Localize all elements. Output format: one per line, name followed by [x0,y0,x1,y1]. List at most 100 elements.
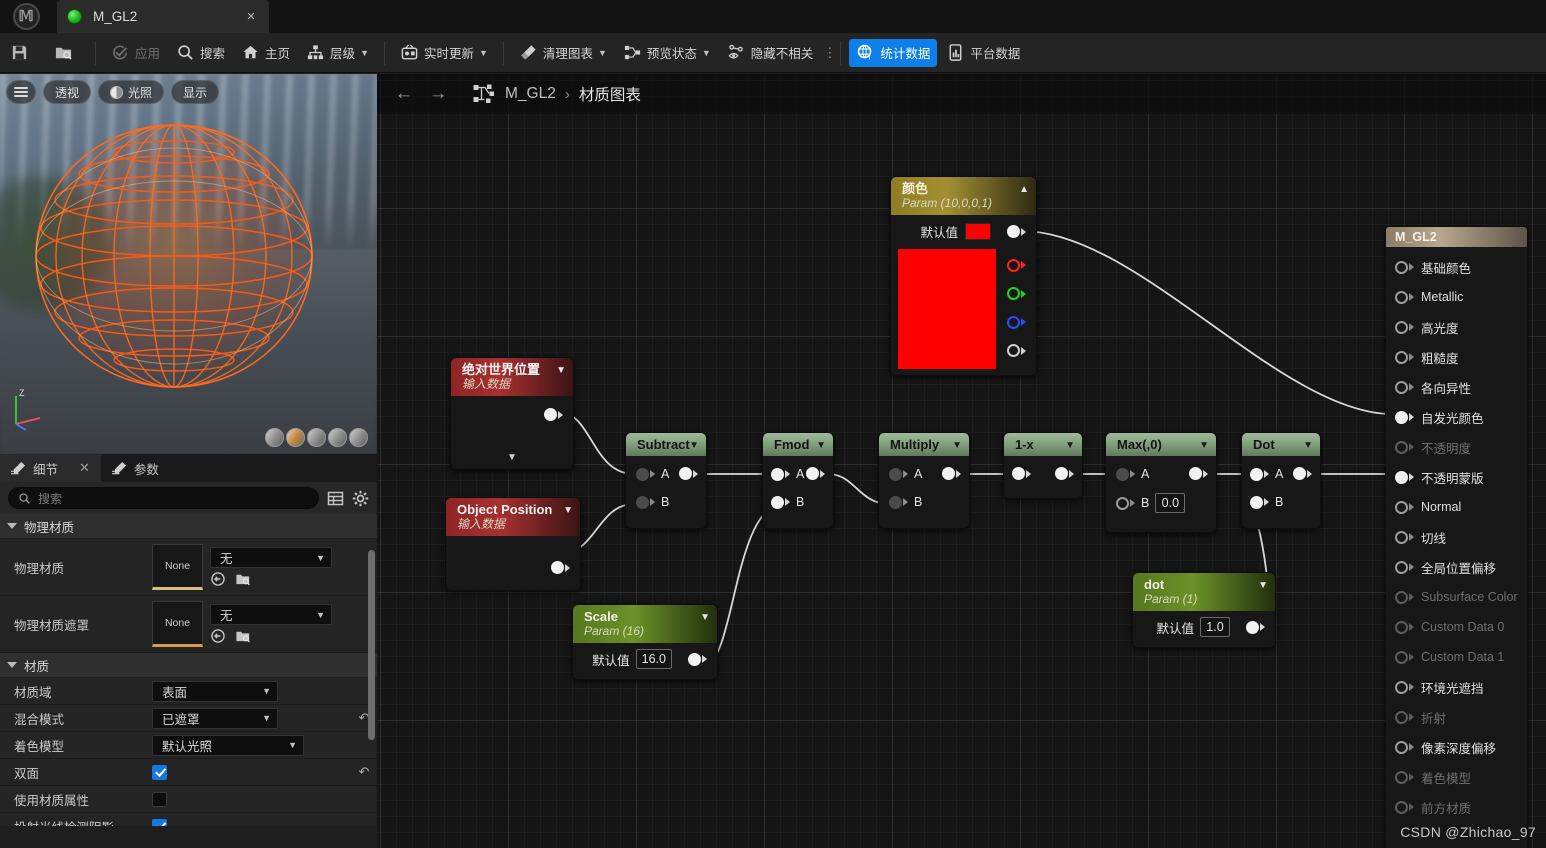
pin-rgba[interactable] [1007,225,1020,238]
pin-input[interactable] [1395,320,1408,334]
revert-icon[interactable]: ↶ [351,764,377,780]
node-header[interactable]: Scale Param (16) ▼ [573,605,717,643]
pin-input-b[interactable] [889,495,902,509]
chevron-down-icon[interactable]: ▼ [689,440,699,451]
unreal-engine-logo[interactable]: 𝕄 [6,0,46,33]
chevron-down-icon[interactable]: ▼ [1065,440,1075,451]
pin-output[interactable] [1055,467,1068,480]
plane-preview-icon[interactable] [307,428,326,447]
toolbar-item-apply[interactable]: 应用 [104,39,167,67]
material-pin-tangent[interactable]: 切线 [1386,522,1527,552]
pin-input-a[interactable] [636,467,649,481]
pin-b[interactable] [1007,315,1020,329]
search-input[interactable]: 搜索 [8,487,319,509]
toolbar-item-clean-graph[interactable]: 清理图表 ▼ [512,39,614,67]
pin-input[interactable] [1395,590,1408,604]
node-material-output[interactable]: M_GL2 基础颜色 Metallic 高光度 粗糙度 各向异性 自发光颜色 不… [1385,226,1528,848]
details-scrollbar[interactable] [368,550,375,740]
forward-button[interactable]: → [421,83,455,105]
pin-input[interactable] [1395,560,1408,574]
pin-input[interactable] [1395,710,1408,724]
color-swatch[interactable] [965,223,991,240]
chevron-down-icon[interactable]: ▼ [952,440,962,451]
cube-preview-icon[interactable] [328,428,347,447]
node-max[interactable]: Max(,0) ▼ A B 0.0 [1105,432,1217,533]
node-dot-param[interactable]: dot Param (1) ▼ 默认值 1.0 [1132,572,1276,648]
node-header[interactable]: 绝对世界位置 输入数据 ▼ [451,358,573,396]
blend-mode-combo[interactable]: 已遮罩 ▼ [152,707,278,729]
pin-out[interactable] [551,561,564,574]
chevron-down-icon[interactable]: ▼ [816,440,826,451]
browse-button[interactable] [45,39,87,67]
gear-icon[interactable] [352,490,369,507]
shading-model-combo[interactable]: 默认光照 ▼ [152,734,304,756]
pin-input-b[interactable] [771,495,784,509]
chevron-down-icon[interactable]: ▼ [1303,440,1313,451]
pin-a[interactable] [1007,344,1020,358]
material-pin-metallic[interactable]: Metallic [1386,282,1527,312]
toolbar-item-stats[interactable]: i 统计数据 [849,38,938,67]
node-header[interactable]: Subtract ▼ [626,433,706,456]
material-pin-base-color[interactable]: 基础颜色 [1386,252,1527,282]
pin-input[interactable] [1395,530,1408,544]
material-graph-canvas[interactable]: ← → M_GL2 › 材质图表 颜色 Param (10,0,0,1) ▲ 默… [377,74,1546,848]
custom-preview-icon[interactable] [349,428,368,447]
max-b-value-input[interactable]: 0.0 [1155,493,1186,513]
node-header[interactable]: Multiply ▼ [879,433,969,456]
close-icon[interactable]: ✕ [79,460,90,476]
pin-input-b[interactable] [1250,495,1263,509]
chevron-down-icon[interactable]: ▼ [1199,440,1209,451]
node-one-minus-x[interactable]: 1-x ▼ [1003,432,1083,499]
pin-input[interactable] [1395,380,1408,394]
node-fmod[interactable]: Fmod ▼ A B [762,432,834,529]
pin-input[interactable] [1395,500,1408,514]
node-header[interactable]: dot Param (1) ▼ [1133,573,1275,611]
material-pin-opacity-mask[interactable]: 不透明蒙版 [1386,462,1527,492]
toolbar-item-search[interactable]: 搜索 [169,39,232,67]
pin-output[interactable] [1293,467,1306,480]
overflow-menu-icon[interactable]: ⋮ [821,46,836,59]
color-preview[interactable] [898,249,996,369]
pin-output[interactable] [688,652,701,666]
toolbar-item-preview-state[interactable]: 预览状态 ▼ [616,39,718,67]
material-pin-specular[interactable]: 高光度 [1386,312,1527,342]
pin-output[interactable] [806,467,819,480]
asset-thumbnail[interactable]: None [152,601,203,647]
pin-input-b[interactable] [1116,496,1129,510]
material-pin-subsurface-color[interactable]: Subsurface Color [1386,582,1527,612]
chevron-down-icon[interactable]: ▼ [1258,580,1268,591]
section-header-material[interactable]: 材质 [0,653,377,678]
material-preview-viewport[interactable]: 透视 光照 显示 Z [0,74,377,454]
pin-input[interactable] [1395,770,1408,784]
material-pin-emissive-color[interactable]: 自发光颜色 [1386,402,1527,432]
pin-input-a[interactable] [889,467,902,481]
toolbar-item-platform-stats[interactable]: 平台数据 [939,39,1027,67]
pin-out[interactable] [544,408,557,421]
node-absolute-world-position[interactable]: 绝对世界位置 输入数据 ▼ ▼ [450,357,574,470]
document-tab-m-gl2[interactable]: M_GL2 × [57,0,269,33]
toolbar-item-live-update[interactable]: 实时更新 ▼ [393,39,495,67]
column-view-icon[interactable] [327,490,344,507]
node-header[interactable]: Fmod ▼ [763,433,833,456]
pin-g[interactable] [1007,287,1020,301]
save-button[interactable] [1,39,43,67]
node-header[interactable]: Max(,0) ▼ [1106,433,1216,456]
pin-input[interactable] [1395,470,1408,484]
pin-input[interactable] [1395,440,1408,454]
material-pin-opacity[interactable]: 不透明度 [1386,432,1527,462]
chevron-down-icon[interactable]: ▼ [563,505,573,516]
cylinder-preview-icon[interactable] [265,428,284,447]
node-header[interactable]: 颜色 Param (10,0,0,1) ▲ [891,177,1036,215]
chevron-down-icon[interactable]: ▼ [700,612,710,623]
material-domain-combo[interactable]: 表面 ▼ [152,680,278,702]
material-pin-shading-model[interactable]: 着色模型 [1386,762,1527,792]
pin-output[interactable] [679,467,692,480]
use-selected-asset-icon[interactable] [210,571,226,587]
asset-picker-combo[interactable]: 无 ▼ [210,547,332,568]
asset-picker-combo[interactable]: 无 ▼ [210,604,332,625]
material-pin-pixel-depth-offset[interactable]: 像素深度偏移 [1386,732,1527,762]
pin-input[interactable] [1395,620,1408,634]
pin-output[interactable] [1246,620,1259,634]
pin-input-a[interactable] [771,467,784,481]
chevron-down-icon[interactable]: ▼ [556,365,566,376]
